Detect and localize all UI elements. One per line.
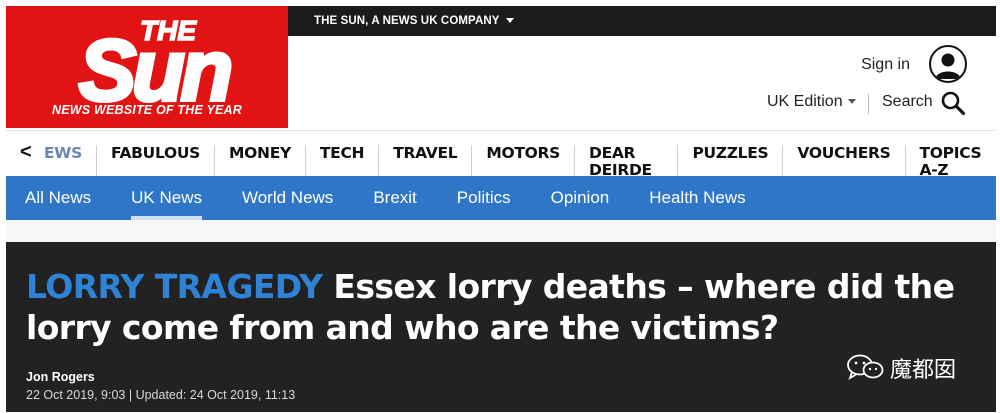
- sub-nav-item-uk-news[interactable]: UK News: [111, 176, 222, 220]
- top-bar: THE SUN, A NEWS UK COMPANY: [288, 6, 996, 36]
- section-nav-item-tech[interactable]: TECH: [304, 145, 378, 179]
- logo-tagline: NEWS WEBSITE OF THE YEAR: [52, 103, 242, 117]
- section-nav: < EWS FABULOUS MONEY TECH TRAVEL MOTORS …: [6, 130, 996, 179]
- user-avatar-icon[interactable]: [929, 45, 967, 83]
- site-logo[interactable]: THE Sun NEWS WEBSITE OF THE YEAR: [6, 6, 288, 128]
- company-label: THE SUN, A NEWS UK COMPANY: [314, 15, 500, 27]
- header-divider: [868, 94, 869, 114]
- sub-nav-item-opinion[interactable]: Opinion: [531, 176, 630, 220]
- section-nav-item-topics[interactable]: TOPICS A-Z: [904, 145, 996, 179]
- nav-back-arrow-icon[interactable]: <: [20, 141, 32, 164]
- section-nav-item-motors[interactable]: MOTORS: [471, 145, 574, 179]
- sub-nav-list: All News UK News World News Brexit Polit…: [25, 176, 766, 220]
- section-nav-list: EWS FABULOUS MONEY TECH TRAVEL MOTORS DE…: [42, 145, 996, 179]
- section-nav-item-puzzles[interactable]: PUZZLES: [677, 145, 782, 179]
- article-dates: 22 Oct 2019, 9:03 | Updated: 24 Oct 2019…: [26, 388, 296, 402]
- signin-link[interactable]: Sign in: [861, 56, 910, 74]
- chevron-down-icon: [847, 99, 856, 105]
- section-nav-item-news[interactable]: EWS: [42, 145, 96, 179]
- search-icon[interactable]: [940, 90, 966, 116]
- section-nav-item-vouchers[interactable]: VOUCHERS: [782, 145, 904, 179]
- chevron-down-icon: [505, 18, 514, 24]
- company-menu[interactable]: THE SUN, A NEWS UK COMPANY: [314, 15, 514, 27]
- nav-spacer: [6, 220, 996, 242]
- article-kicker[interactable]: LORRY TRAGEDY: [26, 267, 323, 306]
- article-header: LORRY TRAGEDY Essex lorry deaths – where…: [6, 242, 996, 412]
- sub-nav: All News UK News World News Brexit Polit…: [6, 176, 996, 220]
- sub-nav-item-world-news[interactable]: World News: [222, 176, 353, 220]
- section-nav-item-money[interactable]: MONEY: [214, 145, 305, 179]
- sub-nav-item-health-news[interactable]: Health News: [629, 176, 765, 220]
- section-nav-item-dear-deirde[interactable]: DEAR DEIRDE: [574, 145, 677, 179]
- article-author[interactable]: Jon Rogers: [26, 370, 95, 384]
- watermark: 魔都囡: [846, 352, 976, 383]
- section-nav-item-travel[interactable]: TRAVEL: [378, 145, 471, 179]
- sub-nav-item-politics[interactable]: Politics: [437, 176, 531, 220]
- article-headline: LORRY TRAGEDY Essex lorry deaths – where…: [26, 266, 956, 348]
- edition-label: UK Edition: [767, 93, 843, 110]
- page: THE Sun NEWS WEBSITE OF THE YEAR THE SUN…: [0, 0, 1000, 413]
- sub-nav-item-all-news[interactable]: All News: [25, 176, 111, 220]
- wechat-icon: [847, 354, 884, 380]
- sub-nav-item-brexit[interactable]: Brexit: [353, 176, 436, 220]
- edition-selector[interactable]: UK Edition: [767, 93, 856, 111]
- section-nav-item-fabulous[interactable]: FABULOUS: [95, 145, 214, 179]
- search-label[interactable]: Search: [882, 93, 933, 111]
- watermark-text: 魔都囡: [890, 358, 957, 383]
